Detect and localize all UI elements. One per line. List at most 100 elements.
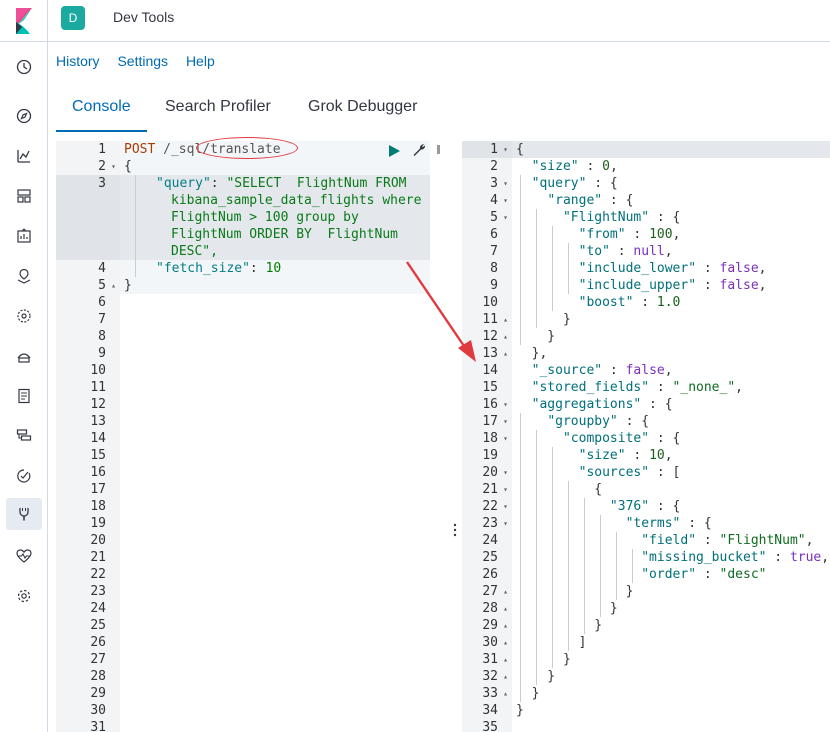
line-number: 5 ▾ <box>490 210 508 225</box>
line-number: 2 <box>490 159 498 174</box>
line-number: 7 <box>98 312 106 327</box>
dev-tools-window: D Dev Tools History Settings Help Consol… <box>0 0 830 732</box>
code-brace: } <box>124 278 132 293</box>
infrastructure-icon[interactable] <box>12 344 36 368</box>
response-line: } <box>516 686 540 701</box>
line-number: 6 <box>98 295 106 310</box>
response-line: "aggregations" : { <box>531 397 673 412</box>
kibana-logo[interactable] <box>0 0 48 42</box>
request-editor[interactable]: 1 2 ▾ 3 4 5 ▴ 6 7 8 9 10 11 12 13 14 15 16 17 18 19 20 21 22 23 2… <box>56 141 448 732</box>
line-number: 24 <box>482 533 498 548</box>
response-line: } <box>516 312 571 327</box>
response-line: }, <box>516 346 548 361</box>
line-number: 10 <box>90 363 106 378</box>
wrench-icon[interactable] <box>411 142 427 162</box>
settings-link[interactable]: Settings <box>117 53 168 69</box>
line-number: 26 <box>90 635 106 650</box>
line-number: 15 <box>482 380 498 395</box>
code-number: 10 <box>265 261 282 276</box>
history-link[interactable]: History <box>56 53 100 69</box>
line-number: 1 ▾ <box>462 141 512 158</box>
uptime-icon[interactable] <box>12 464 36 488</box>
code-key: "query" <box>156 176 211 191</box>
line-number: 31 <box>90 720 106 732</box>
line-number: 20 ▾ <box>482 465 508 480</box>
line-number: 3 <box>56 175 120 260</box>
response-line: "field" : "FlightNum", <box>641 533 814 548</box>
tab-bar: Console Search Profiler Grok Debugger <box>56 96 830 132</box>
response-line: "stored_fields" : "_none_", <box>531 380 743 395</box>
response-line: } <box>516 601 618 616</box>
monitoring-icon[interactable] <box>12 544 36 568</box>
response-line: "composite" : { <box>562 431 681 446</box>
tab-search-profiler[interactable]: Search Profiler <box>165 96 271 132</box>
logs-icon[interactable] <box>12 384 36 408</box>
line-number: 6 <box>490 227 498 242</box>
response-line: } <box>516 652 571 667</box>
devtools-icon[interactable] <box>6 498 42 530</box>
line-number: 33 ▴ <box>482 686 508 701</box>
code-key: "fetch_size" <box>156 261 250 276</box>
space-avatar[interactable]: D <box>61 6 85 30</box>
line-number: 29 ▴ <box>482 618 508 633</box>
line-number: 29 <box>90 686 106 701</box>
response-line: } <box>516 329 556 344</box>
code-brace: { <box>124 159 132 174</box>
code-string: FlightNum ORDER BY FlightNum <box>171 227 398 242</box>
request-code[interactable]: POST /_sql/translate { "query": "SELECT … <box>124 141 421 306</box>
line-number: 19 <box>482 448 498 463</box>
clock-icon[interactable] <box>12 55 36 79</box>
canvas-icon[interactable] <box>12 224 36 248</box>
line-number: 9 <box>98 346 106 361</box>
line-number: 22 <box>90 567 106 582</box>
response-line: "size" : 10, <box>578 448 673 463</box>
code-string: FlightNum > 100 group by <box>171 210 359 225</box>
maps-icon[interactable] <box>12 264 36 288</box>
annotation-oval <box>196 137 298 159</box>
line-number: 12 <box>90 397 106 412</box>
dashboard-icon[interactable] <box>12 184 36 208</box>
line-number: 31 ▴ <box>482 652 508 667</box>
line-number: 23 ▾ <box>482 516 508 531</box>
apm-icon[interactable] <box>12 424 36 448</box>
response-line: } <box>516 618 603 633</box>
line-number: 17 <box>90 482 106 497</box>
help-link[interactable]: Help <box>186 53 215 69</box>
top-header: D Dev Tools <box>0 0 830 42</box>
line-number: 20 <box>90 533 106 548</box>
left-nav <box>0 42 48 732</box>
response-line: "from" : 100, <box>578 227 681 242</box>
active-line-highlight <box>512 141 830 158</box>
compass-icon[interactable] <box>12 104 36 128</box>
response-line: "missing_bucket" : true, <box>641 550 830 565</box>
ml-icon[interactable] <box>12 304 36 328</box>
tab-grok-debugger[interactable]: Grok Debugger <box>308 96 417 132</box>
tab-console[interactable]: Console <box>56 96 147 132</box>
line-number: 1 <box>98 142 106 157</box>
response-line: "to" : null, <box>578 244 673 259</box>
pane-resizer-handle[interactable] <box>452 520 458 540</box>
code-colon: : <box>210 176 227 191</box>
line-number: 14 <box>90 431 106 446</box>
code-colon: : <box>249 261 266 276</box>
response-line: "terms" : { <box>625 516 712 531</box>
management-icon[interactable] <box>12 584 36 608</box>
line-number: 4 ▾ <box>490 193 508 208</box>
response-line: "range" : { <box>547 193 634 208</box>
line-number: 24 <box>90 601 106 616</box>
response-line: "query" : { <box>531 176 618 191</box>
line-number: 11 <box>90 380 106 395</box>
send-request-play-icon[interactable] <box>387 143 401 162</box>
line-number: 16 ▾ <box>482 397 508 412</box>
visualize-icon[interactable] <box>12 144 36 168</box>
line-number: 21 <box>90 550 106 565</box>
response-line: { <box>516 142 524 157</box>
editor-scrollbar[interactable] <box>437 145 440 154</box>
response-viewer[interactable]: 1 ▾ 2 3 ▾ 4 ▾ 5 ▾ 6 7 8 9 10 11 ▴ 12 ▴ 13 ▴ 14 15 16 ▾ 17 ▾ 18 ▾ 19 2… <box>462 141 830 732</box>
line-number: 21 ▾ <box>482 482 508 497</box>
line-number: 4 <box>98 261 106 276</box>
line-number: 27 <box>90 652 106 667</box>
annotation-arrow <box>406 261 476 362</box>
line-number: 27 ▴ <box>482 584 508 599</box>
response-line: "sources" : [ <box>578 465 681 480</box>
